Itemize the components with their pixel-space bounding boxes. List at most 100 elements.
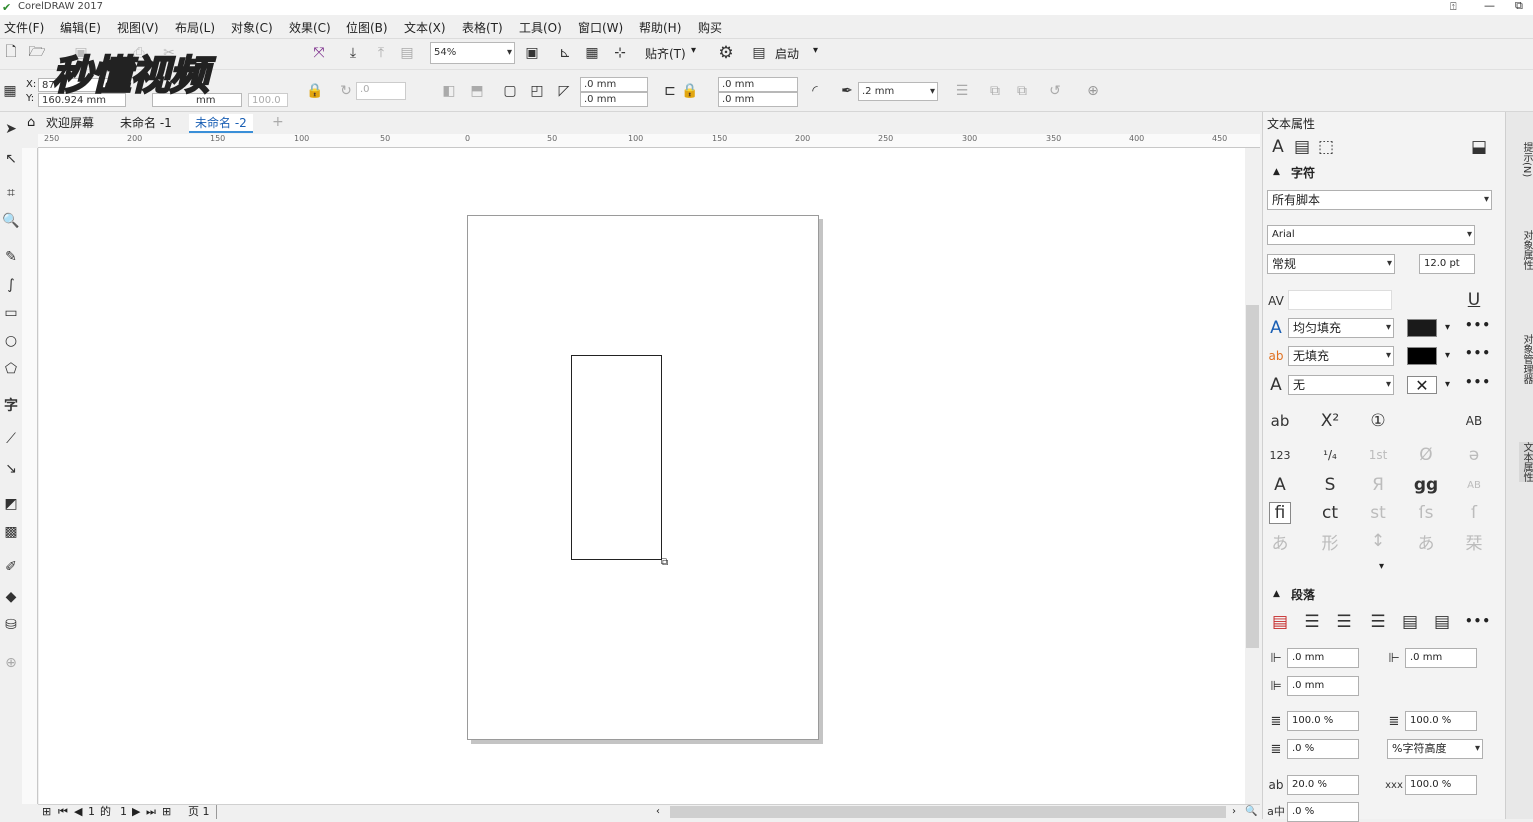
contextual-alt-icon[interactable]: gg	[1414, 474, 1438, 496]
swash-icon[interactable]: A	[1269, 474, 1291, 496]
menu-table[interactable]: 表格(T)	[462, 19, 503, 36]
historical-form-icon[interactable]: ſs	[1415, 502, 1437, 524]
tab-untitled-1[interactable]: 未命名 -1	[114, 114, 178, 133]
tab-welcome[interactable]: 欢迎屏幕	[40, 114, 100, 133]
menu-edit[interactable]: 编辑(E)	[60, 19, 101, 36]
relative-corner-icon[interactable]: ◜	[806, 82, 824, 100]
force-justify-icon[interactable]: ▤	[1431, 611, 1453, 633]
artistic-media-icon[interactable]: ∫	[2, 276, 20, 294]
full-screen-icon[interactable]: ▣	[523, 44, 541, 62]
outline-color-chevron-icon[interactable]: ▾	[1445, 379, 1450, 390]
dock-tab-hints[interactable]: 提示(N)	[1519, 142, 1533, 177]
smart-fill-icon[interactable]: ⛁	[2, 616, 20, 634]
mirror-v-icon[interactable]: ⬒	[468, 82, 486, 100]
tab-untitled-2[interactable]: 未命名 -2	[189, 114, 253, 133]
frame-tab-icon[interactable]: ⬚	[1315, 136, 1337, 158]
panel-menu-icon[interactable]: ⬓	[1468, 136, 1490, 158]
scroll-right-icon[interactable]: ›	[1232, 805, 1236, 819]
crop-tool-icon[interactable]: ⌗	[2, 184, 20, 202]
rotate-icon[interactable]: ↻	[337, 82, 355, 100]
vertical-scroll-thumb[interactable]	[1246, 305, 1259, 648]
mirror-h-icon[interactable]: ◧	[440, 82, 458, 100]
all-caps-icon[interactable]: AB	[1463, 410, 1485, 432]
corner-link-icon[interactable]: ⊏	[661, 82, 679, 100]
to-back-icon[interactable]: ⧉	[1013, 82, 1031, 100]
asian-expert-icon[interactable]: 栞	[1463, 530, 1485, 554]
right-indent-input[interactable]: .0 mm	[1287, 676, 1359, 696]
menu-effects[interactable]: 效果(C)	[289, 19, 331, 36]
page-tab[interactable]: 页 1	[188, 805, 217, 819]
menu-bitmap[interactable]: 位图(B)	[346, 19, 388, 36]
no-alignment-icon[interactable]: ▤	[1269, 611, 1291, 633]
fill-type-select[interactable]: 均匀填充	[1288, 318, 1394, 338]
align-center-icon[interactable]: ☰	[1333, 611, 1355, 633]
add-icon[interactable]: ⊕	[1084, 82, 1102, 100]
menu-layout[interactable]: 布局(L)	[175, 19, 215, 36]
last-page-icon[interactable]: ⏭	[146, 805, 156, 819]
dock-tab-object-manager[interactable]: 对象管理器	[1519, 334, 1533, 384]
to-front-icon[interactable]: ⧉	[986, 82, 1004, 100]
font-style-select[interactable]: 常规	[1267, 254, 1395, 274]
fractions-icon[interactable]: ¹/₄	[1319, 444, 1341, 466]
small-caps-icon[interactable]: AB	[1463, 474, 1485, 496]
options-gear-icon[interactable]: ⚙	[717, 43, 735, 63]
next-page-icon[interactable]: ▶	[132, 805, 140, 819]
open-folder-icon[interactable]: 🗁	[28, 44, 46, 62]
rectangle-tool-icon[interactable]: ▭	[2, 304, 20, 322]
import-icon[interactable]: ⤓	[344, 44, 362, 62]
language-spacing-input[interactable]: 20.0 %	[1287, 775, 1359, 795]
align-right-icon[interactable]: ☰	[1367, 611, 1389, 633]
lock-corners-icon[interactable]: 🔒	[681, 82, 699, 100]
drawing-canvas[interactable]: ⧉	[39, 148, 1245, 804]
account-icon[interactable]: ⍐	[1450, 0, 1457, 14]
horizontal-ruler[interactable]: 250 200 150 100 50 0 50 100 150 200 250 …	[38, 134, 1260, 148]
guidelines-icon[interactable]: ⊹	[611, 44, 629, 62]
drop-shadow-icon[interactable]: ◩	[2, 495, 20, 513]
horizontal-scroll-thumb[interactable]	[670, 806, 1226, 818]
add-page-after-icon[interactable]: ⊞	[162, 805, 171, 819]
historical-ligature-icon[interactable]: st	[1367, 502, 1389, 524]
dock-tab-object-properties[interactable]: 对象属性	[1519, 230, 1533, 270]
char-collapse-icon[interactable]: ▲	[1273, 167, 1280, 177]
new-document-icon[interactable]: 🗋	[2, 44, 20, 62]
paragraph-tab-icon[interactable]: ▤	[1291, 136, 1313, 158]
minimize-icon[interactable]: —	[1484, 0, 1495, 13]
circled-number-icon[interactable]: ①	[1367, 410, 1389, 432]
drawn-rectangle[interactable]	[571, 355, 662, 560]
snap-to-dropdown[interactable]: 贴齐(T)	[645, 45, 686, 62]
char-spacing-input[interactable]: .0 %	[1287, 802, 1359, 822]
font-size-input[interactable]: 12.0 pt	[1419, 254, 1475, 274]
font-select[interactable]: Arial	[1267, 225, 1475, 245]
para-collapse-icon[interactable]: ▲	[1273, 589, 1280, 599]
transparency-icon[interactable]: ▩	[2, 523, 20, 541]
superscript-icon[interactable]: X²	[1319, 410, 1341, 432]
menu-buy[interactable]: 购买	[698, 19, 722, 36]
freehand-tool-icon[interactable]: ✎	[2, 248, 20, 266]
launch-dropdown[interactable]: 启动	[775, 45, 799, 62]
menu-window[interactable]: 窗口(W)	[578, 19, 623, 36]
launch-chevron-icon[interactable]: ▾	[813, 45, 818, 56]
first-page-icon[interactable]: ⏮	[58, 805, 68, 819]
para-spacing-after-input[interactable]: .0 %	[1287, 739, 1359, 759]
ordinals-icon[interactable]: 1st	[1367, 444, 1389, 466]
spacing-unit-select[interactable]: %字符高度	[1387, 739, 1483, 759]
corner-radius-bl-input[interactable]: .0 mm	[580, 92, 648, 107]
word-spacing-input[interactable]: 100.0 %	[1405, 775, 1477, 795]
menu-view[interactable]: 视图(V)	[117, 19, 159, 36]
bg-color-swatch[interactable]	[1407, 347, 1437, 365]
add-tool-icon[interactable]: ⊕	[2, 654, 20, 672]
polygon-tool-icon[interactable]: ⬠	[2, 360, 20, 378]
shape-tool-icon[interactable]: ↖	[2, 150, 20, 168]
character-tab-icon[interactable]: A	[1267, 136, 1289, 158]
bg-fill-select[interactable]: 无填充	[1288, 346, 1394, 366]
convert-curves-icon[interactable]: ↺	[1046, 82, 1064, 100]
fill-color-swatch[interactable]	[1407, 319, 1437, 337]
left-indent-input[interactable]: .0 mm	[1287, 648, 1359, 668]
scroll-left-icon[interactable]: ‹	[656, 805, 660, 819]
para-spacing-before-input[interactable]: 100.0 %	[1405, 711, 1477, 731]
grid-icon[interactable]: ▦	[583, 44, 601, 62]
align-left-icon[interactable]: ☰	[1301, 611, 1323, 633]
long-s-icon[interactable]: ſ	[1463, 502, 1485, 524]
snap-chevron-icon[interactable]: ▾	[691, 45, 696, 56]
restore-icon[interactable]: ⧉	[1515, 0, 1523, 13]
